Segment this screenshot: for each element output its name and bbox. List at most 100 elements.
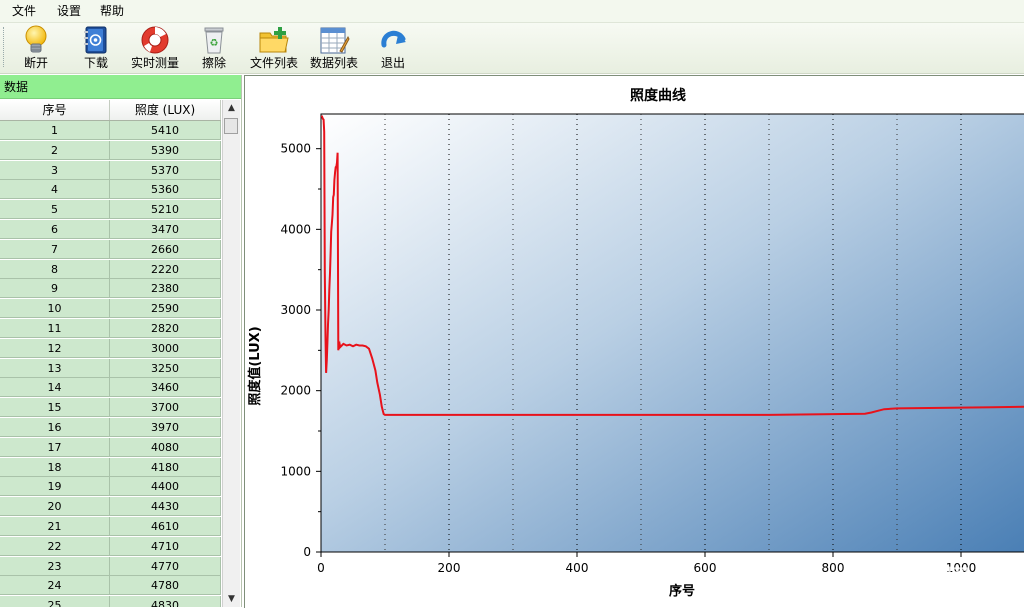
lightbulb-icon [25,25,47,53]
erase-button[interactable]: ♻ 擦除 [198,25,230,71]
scroll-down-icon[interactable]: ▼ [223,591,240,607]
table-row[interactable]: 4 5360 [0,180,221,200]
row-lux-cell: 4610 [110,517,221,536]
row-index-cell: 7 [0,239,110,259]
y-tick-label: 2000 [280,384,311,398]
illuminance-chart: 照度曲线 0 1000 2000 3000 4000 5000 0 200 400 600 800… [247,87,1024,599]
x-tick-label: 800 [822,561,845,575]
column-header-lux[interactable]: 照度 (LUX) [110,100,221,120]
file-list-button[interactable]: 文件列表 [248,25,300,71]
row-index-cell: 4 [0,180,110,200]
y-tick-label: 0 [303,545,311,559]
table-row[interactable]: 2 5390 [0,140,221,160]
disconnect-label: 断开 [23,56,48,70]
table-row[interactable]: 19 4400 [0,477,221,497]
row-index-cell: 24 [0,576,110,596]
table-row[interactable]: 22 4710 [0,536,221,556]
table-row[interactable]: 11 2820 [0,319,221,338]
table-row[interactable]: 8 2220 [0,259,221,279]
x-tick-label: 200 [438,561,461,575]
row-lux-cell: 4710 [110,536,221,556]
row-index-cell: 22 [0,536,110,556]
row-index-cell: 14 [0,378,110,398]
menu-bar: 文件 设置 帮助 [0,0,1024,23]
download-label: 下载 [83,56,108,70]
exit-arrow-icon [381,30,406,48]
table-row[interactable]: 5 5210 [0,200,221,220]
data-list-button[interactable]: 数据列表 [308,25,360,71]
address-book-icon [84,26,107,54]
row-lux-cell: 2590 [110,299,221,319]
row-index-cell: 8 [0,259,110,279]
erase-label: 擦除 [201,56,226,70]
spreadsheet-icon [320,27,350,54]
y-axis-ticks: 0 1000 2000 3000 4000 5000 [280,142,321,559]
menu-file[interactable]: 文件 [12,0,36,22]
scroll-up-icon[interactable]: ▲ [223,100,240,116]
row-lux-cell: 4080 [110,437,221,457]
table-row[interactable]: 14 3460 [0,378,221,398]
data-panel: 数据 序号 照度 (LUX) 1 5410 2 5390 3 5370 4 5360 5 5210… [0,75,242,607]
table-row[interactable]: 18 4180 [0,457,221,477]
row-index-cell: 19 [0,477,110,497]
table-row[interactable]: 16 3970 [0,418,221,437]
table-row[interactable]: 1 5410 [0,121,221,140]
row-index-cell: 23 [0,556,110,576]
row-index-cell: 16 [0,418,110,437]
column-header-index[interactable]: 序号 [0,100,110,120]
exit-button[interactable]: 退出 [376,25,410,71]
row-lux-cell: 3700 [110,398,221,418]
table-row[interactable]: 23 4770 [0,556,221,576]
data-table-body: 1 5410 2 5390 3 5370 4 5360 5 5210 6 3470 7 2660 8 2220… [0,121,221,607]
table-row[interactable]: 3 5370 [0,160,221,180]
toolbar-grip[interactable] [3,27,6,67]
download-button[interactable]: 下载 [78,25,114,71]
data-panel-title: 数据 [0,75,241,99]
row-lux-cell: 2220 [110,259,221,279]
menu-settings[interactable]: 设置 [57,0,81,22]
x-tick-label: 400 [566,561,589,575]
row-lux-cell: 4430 [110,497,221,517]
row-index-cell: 1 [0,121,110,140]
chart-panel: 照度曲线 0 1000 2000 3000 4000 5000 0 200 400 600 800… [244,75,1024,608]
disconnect-button[interactable]: 断开 [18,25,54,71]
realtime-measure-button[interactable]: 实时测量 [128,25,182,71]
file-list-label: 文件列表 [249,56,298,70]
row-index-cell: 25 [0,596,110,607]
row-index-cell: 13 [0,358,110,378]
table-row[interactable]: 25 4830 [0,596,221,607]
menu-help[interactable]: 帮助 [100,0,124,22]
table-row[interactable]: 7 2660 [0,239,221,259]
table-row[interactable]: 20 4430 [0,497,221,517]
table-scrollbar[interactable]: ▲ ▼ [222,100,240,607]
folder-add-icon [259,27,289,53]
y-tick-label: 5000 [280,142,311,156]
scroll-thumb[interactable] [224,118,238,134]
table-row[interactable]: 6 3470 [0,220,221,239]
row-lux-cell: 4830 [110,596,221,607]
row-lux-cell: 4770 [110,556,221,576]
table-row[interactable]: 15 3700 [0,398,221,418]
row-index-cell: 2 [0,140,110,160]
row-index-cell: 9 [0,279,110,299]
chart-title: 照度曲线 [630,87,686,104]
row-index-cell: 10 [0,299,110,319]
table-row[interactable]: 12 3000 [0,338,221,358]
table-row[interactable]: 24 4780 [0,576,221,596]
row-lux-cell: 3000 [110,338,221,358]
table-row[interactable]: 9 2380 [0,279,221,299]
table-row[interactable]: 13 3250 [0,358,221,378]
table-row[interactable]: 21 4610 [0,517,221,536]
row-lux-cell: 5370 [110,160,221,180]
y-tick-label: 4000 [280,222,311,236]
table-row[interactable]: 10 2590 [0,299,221,319]
realtime-measure-label: 实时测量 [130,56,179,70]
row-lux-cell: 4400 [110,477,221,497]
row-index-cell: 15 [0,398,110,418]
x-tick-label: 0 [317,561,325,575]
row-lux-cell: 5410 [110,121,221,140]
table-row[interactable]: 17 4080 [0,437,221,457]
row-index-cell: 21 [0,517,110,536]
row-lux-cell: 2660 [110,239,221,259]
table-header: 序号 照度 (LUX) [0,100,221,121]
